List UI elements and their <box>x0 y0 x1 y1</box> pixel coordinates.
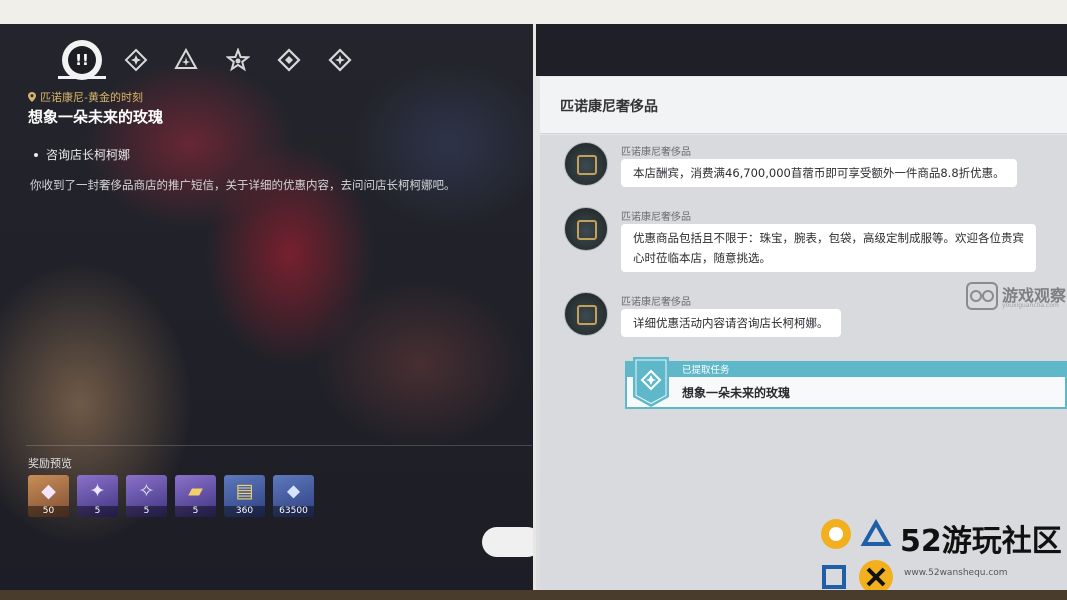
reward-item[interactable]: ✦ 5 <box>77 475 118 517</box>
reward-preview-label: 奖励预览 <box>28 457 72 470</box>
reward-divider <box>26 445 532 446</box>
watermark-52wan-text: 52游玩社区 <box>900 524 1062 559</box>
watermark-52wan: 52游玩社区 www.52wanshequ.com <box>818 513 1067 600</box>
quest-description: 你收到了一封奢侈品商店的推广短信，关于详细的优惠内容，去问问店长柯柯娜吧。 <box>30 178 456 192</box>
active-tab-indicator <box>58 76 106 79</box>
message-line: 优惠商品包括且不限于：珠宝，腕表，包袋，高级定制成服等。欢迎各位贵宾 <box>633 231 1024 245</box>
blade-material-icon: ✧ <box>138 480 155 502</box>
tab-daily[interactable] <box>218 40 258 80</box>
message-bubble: 详细优惠活动内容请咨询店长柯柯娜。 <box>621 309 841 337</box>
reward-item[interactable]: ✧ 5 <box>126 475 167 517</box>
reward-count: 360 <box>224 506 265 517</box>
message-line: 心时莅临本店，随意挑选。 <box>633 251 771 265</box>
purple-gem-icon: ✦ <box>89 480 106 502</box>
location-text: 匹诺康尼-黄金的时刻 <box>40 91 143 104</box>
diamond-small-icon <box>328 48 352 72</box>
reward-item[interactable]: ▰ 5 <box>175 475 216 517</box>
avatar <box>564 207 608 251</box>
track-quest-button[interactable] <box>482 527 533 557</box>
chat-header: 匹诺康尼奢侈品 <box>540 77 1067 134</box>
avatar <box>564 142 608 186</box>
tab-event[interactable] <box>269 40 309 80</box>
sender-name: 匹诺康尼奢侈品 <box>621 297 691 308</box>
credits-icon: ▤ <box>235 480 254 502</box>
watermark-gamebiz-sub: youxiguancha.com <box>1002 302 1059 309</box>
sender-name: 匹诺康尼奢侈品 <box>621 147 691 158</box>
reward-count: 63500 <box>273 506 314 517</box>
message-line: 本店酬宾，消费满46,700,000苜蓿币即可享受额外一件商品8.8折优惠。 <box>633 166 1005 180</box>
quest-location: 匹诺康尼-黄金的时刻 <box>28 89 143 105</box>
location-pin-icon <box>28 92 36 102</box>
exp-material-icon: ⬥ <box>286 480 301 502</box>
diamond-icon <box>277 48 301 72</box>
quest-panel: !! 匹诺康尼-黄金的时刻 想象一朵未来的玫瑰 咨询店长柯柯娜 你收到了一封奢侈… <box>0 24 533 590</box>
bottom-strip <box>0 590 1067 600</box>
reward-count: 5 <box>77 506 118 517</box>
reward-list: ◆ 50 ✦ 5 ✧ 5 ▰ 5 ▤ 360 ⬥ 63500 <box>28 475 314 517</box>
message-bubble: 本店酬宾，消费满46,700,000苜蓿币即可享受额外一件商品8.8折优惠。 <box>621 159 1017 187</box>
gamebiz-logo-icon <box>966 282 998 310</box>
quest-title: 想象一朵未来的玫瑰 <box>28 108 164 126</box>
task-card-header: 已提取任务 <box>625 361 1067 377</box>
reward-item[interactable]: ▤ 360 <box>224 475 265 517</box>
right-top-band <box>536 24 1067 76</box>
task-card-body: 想象一朵未来的玫瑰 <box>625 377 1067 409</box>
gold-material-icon: ▰ <box>188 480 203 502</box>
triangle-star-icon <box>174 48 198 69</box>
crystal-icon: ◆ <box>41 480 56 502</box>
chat-title: 匹诺康尼奢侈品 <box>560 99 658 115</box>
reward-count: 5 <box>126 506 167 517</box>
message-line: 详细优惠活动内容请咨询店长柯柯娜。 <box>633 316 829 330</box>
reward-count: 50 <box>28 506 69 517</box>
message-bubble: 优惠商品包括且不限于：珠宝，腕表，包袋，高级定制成服等。欢迎各位贵宾 心时莅临本… <box>621 224 1036 272</box>
alert-quest-icon: !! <box>68 46 96 74</box>
task-name: 想象一朵未来的玫瑰 <box>682 386 791 400</box>
quest-badge-icon <box>633 357 669 407</box>
task-status-label: 已提取任务 <box>682 365 730 376</box>
controller-buttons-logo-icon <box>821 518 893 594</box>
watermark-52wan-url: www.52wanshequ.com <box>904 568 1008 578</box>
objective-text: 咨询店长柯柯娜 <box>46 148 131 162</box>
tab-other[interactable] <box>320 40 360 80</box>
reward-item[interactable]: ⬥ 63500 <box>273 475 314 517</box>
watermark-gamebiz: 游戏观察 youxiguancha.com <box>966 282 1066 310</box>
top-strip <box>0 0 1067 24</box>
quest-objective: 咨询店长柯柯娜 <box>34 146 130 163</box>
reward-item[interactable]: ◆ 50 <box>28 475 69 517</box>
reward-count: 5 <box>175 506 216 517</box>
tab-trailblaze-alert[interactable]: !! <box>62 40 102 80</box>
tab-companion[interactable] <box>116 40 156 80</box>
accepted-task-card[interactable]: 已提取任务 想象一朵未来的玫瑰 <box>625 357 1067 412</box>
bullet-icon <box>34 152 38 157</box>
sender-name: 匹诺康尼奢侈品 <box>621 212 691 223</box>
tab-adventure[interactable] <box>166 40 206 80</box>
quest-category-tabs: !! <box>62 40 372 80</box>
star-icon <box>226 48 250 72</box>
diamond-star-icon <box>124 48 148 72</box>
avatar <box>564 292 608 336</box>
